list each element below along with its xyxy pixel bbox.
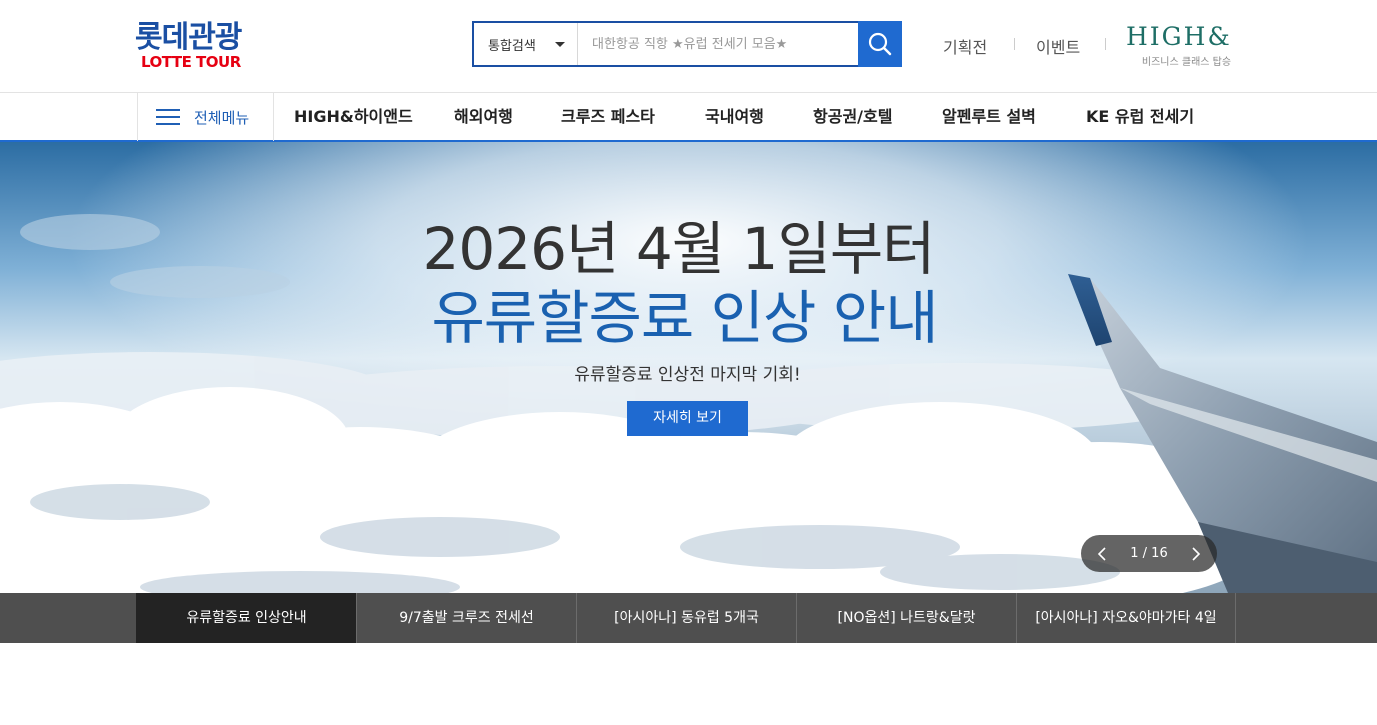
banner-tab-bar: 유류할증료 인상안내 9/7출발 크루즈 전세선 [아시아나] 동유럽 5개국 … [0, 593, 1377, 643]
nav-item-cruise-festa[interactable]: 크루즈 페스타 [561, 93, 655, 141]
highand-subtitle: 비즈니스 클래스 탑승 [1141, 57, 1232, 68]
search-button[interactable] [858, 21, 902, 67]
search-category-select[interactable]: 통합검색 [474, 23, 578, 65]
banner-tab[interactable]: [아시아나] 동유럽 5개국 [576, 593, 796, 643]
search-input[interactable] [578, 23, 858, 65]
site-header: 롯데관광 LOTTE TOUR 통합검색 기획전 이벤트 HIGH& 비즈니스 … [0, 0, 1377, 92]
all-menu-button[interactable]: 전체메뉴 [137, 93, 274, 141]
util-divider [1014, 38, 1015, 50]
chevron-left-icon [1097, 546, 1106, 561]
search-category-label: 통합검색 [488, 38, 536, 54]
hero-banner[interactable]: 2026년 4월 1일부터 유류할증료 인상 안내 유류할증료 인상전 마지막 … [0, 142, 1377, 593]
caret-down-icon [555, 42, 565, 47]
logo-english: LOTTE TOUR [141, 53, 241, 71]
highand-logo: HIGH& [1126, 22, 1232, 51]
slide-pager: 1 / 16 [1081, 535, 1217, 572]
highand-logo-link[interactable]: HIGH& 비즈니스 클래스 탑승 [1126, 20, 1241, 72]
logo-korean: 롯데관광 [135, 20, 242, 55]
lotte-tour-logo[interactable]: 롯데관광 LOTTE TOUR [135, 22, 265, 72]
hero-title-main: 유류할증료 인상 안내 [431, 284, 938, 352]
util-link-promotions[interactable]: 기획전 [943, 34, 987, 58]
nav-item-overseas-travel[interactable]: 해외여행 [454, 93, 513, 141]
nav-item-highend[interactable]: HIGH&하이앤드 [294, 93, 413, 141]
banner-tab[interactable]: 9/7출발 크루즈 전세선 [356, 593, 576, 643]
hero-details-button[interactable]: 자세히 보기 [627, 401, 748, 436]
nav-item-domestic-travel[interactable]: 국내여행 [705, 93, 764, 141]
nav-item-ke-europe-charter[interactable]: KE 유럽 전세기 [1086, 93, 1194, 141]
search-icon [868, 32, 892, 56]
banner-tab[interactable]: 유류할증료 인상안내 [136, 593, 356, 643]
nav-item-alpine-route[interactable]: 알펜루트 설벽 [942, 93, 1036, 141]
banner-tab[interactable]: [NO옵션] 나트랑&달랏 [796, 593, 1016, 643]
banner-tab[interactable]: [아시아나] 자오&야마가타 4일 [1016, 593, 1236, 643]
hero-title-date: 2026년 4월 1일부터 [422, 215, 935, 283]
hamburger-icon [156, 109, 180, 125]
util-divider [1105, 38, 1106, 50]
main-navigation: 전체메뉴 HIGH&하이앤드 해외여행 크루즈 페스타 국내여행 항공권/호텔 … [0, 92, 1377, 142]
slide-prev-button[interactable] [1093, 545, 1111, 563]
chevron-right-icon [1192, 546, 1201, 561]
slide-next-button[interactable] [1187, 545, 1205, 563]
slide-counter: 1 / 16 [1130, 546, 1168, 561]
nav-item-air-hotel[interactable]: 항공권/호텔 [813, 93, 892, 141]
hero-subtitle: 유류할증료 인상전 마지막 기회! [574, 365, 801, 385]
util-link-events[interactable]: 이벤트 [1036, 34, 1080, 58]
search-bar: 통합검색 [472, 21, 902, 67]
all-menu-label: 전체메뉴 [194, 108, 250, 127]
